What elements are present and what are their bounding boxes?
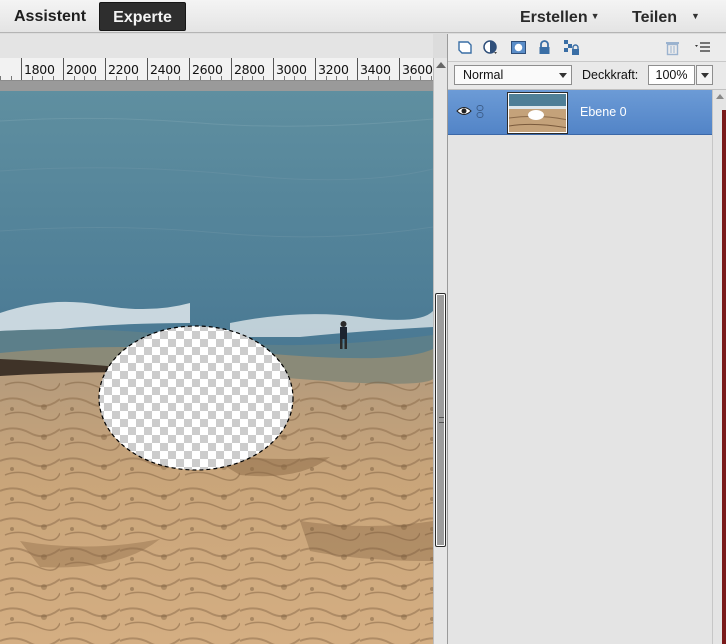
thumbnail-image (509, 94, 566, 132)
trash-icon[interactable] (664, 39, 681, 56)
image-canvas[interactable] (0, 91, 433, 644)
layer-options-bar: Normal Deckkraft: 100% (448, 62, 726, 90)
ruler-minor-tick (136, 76, 138, 80)
ruler-minor-tick (157, 76, 159, 80)
ruler-label: 1800 (24, 62, 55, 77)
layer-mask-icon[interactable] (510, 39, 527, 56)
ruler-minor-tick (420, 76, 421, 80)
ruler-minor-tick (0, 76, 1, 80)
ruler-major-tick (399, 58, 400, 80)
ruler-minor-tick (73, 76, 75, 80)
new-layer-icon[interactable] (456, 39, 473, 56)
menu-erstellen-label: Erstellen (520, 9, 588, 26)
ruler-label: 2000 (66, 62, 97, 77)
ruler-minor-tick (294, 76, 295, 80)
menu-teilen[interactable]: Teilen ▼ (632, 2, 700, 31)
ruler-minor-tick (42, 76, 43, 80)
ruler-major-tick (21, 58, 22, 80)
photo (0, 91, 433, 644)
ruler-minor-tick (168, 76, 169, 80)
layers-panel: Normal Deckkraft: 100% Ebene 0 (447, 34, 726, 644)
ruler-minor-tick (178, 76, 180, 80)
ruler-major-tick (105, 58, 106, 80)
tab-experte[interactable]: Experte (99, 2, 186, 31)
ruler-major-tick (63, 58, 64, 80)
ruler-label: 2600 (192, 62, 223, 77)
canvas-vertical-scrollbar[interactable] (433, 58, 447, 644)
lock-icon[interactable] (536, 39, 553, 56)
ruler-minor-tick (336, 76, 337, 80)
menu-teilen-label: Teilen (632, 9, 678, 26)
opacity-dropdown-button[interactable] (696, 65, 713, 85)
ruler-minor-tick (430, 76, 432, 80)
panel-menu-icon[interactable] (694, 39, 711, 56)
opacity-label: Deckkraft: (582, 68, 639, 82)
ruler-minor-tick (378, 76, 379, 80)
horizontal-ruler: 0018002000220024002600280030003200340036… (0, 58, 433, 81)
ruler-minor-tick (304, 76, 306, 80)
ruler-major-tick (357, 58, 358, 80)
ruler-major-tick (231, 58, 232, 80)
layers-toolbar (448, 34, 726, 62)
canvas-header-strip (0, 34, 433, 58)
ruler-minor-tick (241, 76, 243, 80)
adjustment-layer-icon[interactable] (482, 39, 499, 56)
scroll-up-icon[interactable] (436, 62, 446, 68)
ruler-label: 2800 (234, 62, 265, 77)
ruler-minor-tick (325, 76, 327, 80)
chevron-down-icon (559, 73, 567, 78)
ruler-minor-tick (262, 76, 264, 80)
canvas-gutter (0, 81, 433, 91)
chevron-down-icon: ▼ (590, 11, 600, 21)
ruler-minor-tick (126, 76, 127, 80)
ruler-minor-tick (199, 76, 201, 80)
ruler-minor-tick (220, 76, 222, 80)
ruler-major-tick (315, 58, 316, 80)
ruler-label: 3200 (318, 62, 349, 77)
ruler-minor-tick (252, 76, 253, 80)
ruler-minor-tick (94, 76, 96, 80)
ruler-label: 3000 (276, 62, 307, 77)
ruler-minor-tick (10, 76, 12, 80)
ruler-label: 3400 (360, 62, 391, 77)
layers-list: Ebene 0 (448, 90, 712, 644)
ruler-major-tick (147, 58, 148, 80)
window-edge (722, 110, 726, 644)
scroll-thumb[interactable] (435, 293, 446, 547)
ruler-major-tick (189, 58, 190, 80)
grip-icon (439, 417, 444, 423)
scroll-up-icon[interactable] (716, 94, 724, 99)
ruler-minor-tick (210, 76, 211, 80)
blend-mode-select[interactable]: Normal (454, 65, 572, 85)
menu-erstellen[interactable]: Erstellen ▼ (520, 2, 600, 31)
opacity-input[interactable]: 100% (648, 65, 695, 85)
ruler-minor-tick (283, 76, 285, 80)
ruler-minor-tick (115, 76, 117, 80)
lock-transparency-icon[interactable] (563, 39, 580, 56)
ruler-minor-tick (388, 76, 390, 80)
ruler-minor-tick (367, 76, 369, 80)
tab-assistent[interactable]: Assistent (2, 2, 98, 31)
ruler-label: 2200 (108, 62, 139, 77)
chevron-down-icon: ▼ (691, 11, 700, 21)
link-icon[interactable] (476, 105, 484, 118)
ruler-label: 3600 (402, 62, 433, 77)
eye-icon[interactable] (456, 105, 472, 117)
ruler-label: 2400 (150, 62, 181, 77)
ruler-minor-tick (84, 76, 85, 80)
layer-thumbnail (507, 92, 568, 134)
ruler-minor-tick (52, 76, 54, 80)
ruler-major-tick (273, 58, 274, 80)
layer-name: Ebene 0 (580, 105, 627, 119)
ruler-minor-tick (409, 76, 411, 80)
blend-mode-value: Normal (463, 68, 504, 82)
top-menu-bar: Assistent Experte Erstellen ▼ Teilen ▼ (0, 0, 726, 33)
layer-row-ebene-0[interactable]: Ebene 0 (448, 90, 712, 135)
ruler-minor-tick (346, 76, 348, 80)
ruler-minor-tick (31, 76, 33, 80)
